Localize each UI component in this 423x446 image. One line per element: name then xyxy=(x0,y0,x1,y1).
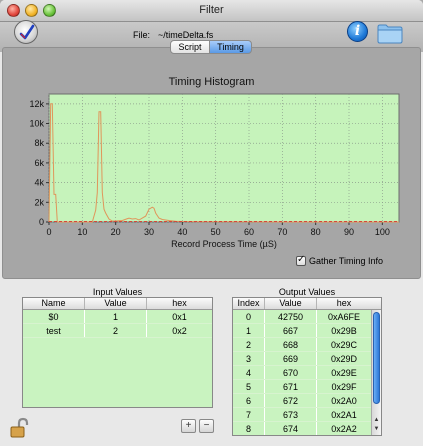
input-values-caption: Input Values xyxy=(92,287,143,297)
y-tick-label: 10k xyxy=(29,119,44,129)
output-values-cell[interactable]: 672 xyxy=(265,394,317,407)
output-values-row[interactable]: 1 667 0x29B xyxy=(233,324,381,338)
input-values-table[interactable]: Name Value hex $0 1 0x1 test 2 0x2 xyxy=(22,297,213,408)
y-tick-label: 4k xyxy=(34,178,44,188)
output-values-row[interactable]: 2 668 0x29C xyxy=(233,338,381,352)
column-header-name[interactable]: Name xyxy=(23,298,85,309)
output-values-cell[interactable]: 2 xyxy=(233,338,265,351)
y-tick-label: 6k xyxy=(34,158,44,168)
gather-timing-label: Gather Timing Info xyxy=(309,256,384,266)
filter-window: Filter File: ~/timeDelta.fs i Script Tim… xyxy=(0,0,423,446)
output-values-cell[interactable]: 0x2A1 xyxy=(317,408,371,421)
output-values-cell[interactable]: 669 xyxy=(265,352,317,365)
output-values-row[interactable]: 5 671 0x29F xyxy=(233,380,381,394)
x-tick-label: 80 xyxy=(311,227,321,237)
x-tick-label: 10 xyxy=(77,227,87,237)
x-tick-label: 40 xyxy=(177,227,187,237)
x-tick-label: 70 xyxy=(277,227,287,237)
output-values-cell[interactable]: 0x29D xyxy=(317,352,371,365)
output-values-cell[interactable]: 3 xyxy=(233,352,265,365)
column-header-hex[interactable]: hex xyxy=(147,298,212,309)
output-values-cell[interactable]: 0x29F xyxy=(317,380,371,393)
scroll-down-arrow-icon[interactable]: ▼ xyxy=(372,425,381,434)
x-tick-label: 60 xyxy=(244,227,254,237)
x-tick-label: 50 xyxy=(211,227,221,237)
input-values-cell[interactable]: 0x1 xyxy=(147,310,212,323)
output-values-row[interactable]: 0 42750 0xA6FE xyxy=(233,310,381,324)
add-value-button[interactable]: + xyxy=(181,419,196,433)
output-values-row[interactable]: 6 672 0x2A0 xyxy=(233,394,381,408)
output-values-header: Index Value hex xyxy=(233,298,381,310)
output-values-cell[interactable]: 667 xyxy=(265,324,317,337)
output-values-cell[interactable]: 6 xyxy=(233,394,265,407)
output-values-cell[interactable]: 670 xyxy=(265,366,317,379)
output-values-caption: Output Values xyxy=(278,287,336,297)
input-values-header: Name Value hex xyxy=(23,298,212,310)
output-values-cell[interactable]: 0x29C xyxy=(317,338,371,351)
timing-histogram-chart: 0 10 20 30 40 50 60 70 80 90 100 0 2k 4k 6k 8k 10k 12k Rec… xyxy=(29,93,400,249)
output-values-cell[interactable]: 0x2A2 xyxy=(317,422,371,435)
y-tick-label: 12k xyxy=(29,99,44,109)
output-values-cell[interactable]: 0 xyxy=(233,310,265,323)
column-header-hex[interactable]: hex xyxy=(317,298,371,309)
output-values-rows: 0 42750 0xA6FE 1 667 0x29B 2 668 0x29C 3 669 0x29D 4… xyxy=(233,310,381,435)
x-tick-label: 30 xyxy=(144,227,154,237)
output-values-scrollbar[interactable]: ▲ ▼ xyxy=(371,310,381,435)
unlocked-padlock-icon[interactable] xyxy=(10,417,30,439)
output-values-cell[interactable]: 1 xyxy=(233,324,265,337)
output-values-cell[interactable]: 0x29B xyxy=(317,324,371,337)
y-tick-label: 8k xyxy=(34,138,44,148)
output-values-cell[interactable]: 5 xyxy=(233,380,265,393)
input-values-row[interactable]: test 2 0x2 xyxy=(23,324,212,338)
output-values-cell[interactable]: 673 xyxy=(265,408,317,421)
output-values-cell[interactable]: 0x2A0 xyxy=(317,394,371,407)
output-values-table[interactable]: Index Value hex 0 42750 0xA6FE 1 667 0x29B 2 66… xyxy=(232,297,382,436)
input-values-cell[interactable]: $0 xyxy=(23,310,85,323)
output-values-row[interactable]: 8 674 0x2A2 xyxy=(233,422,381,435)
gather-timing-checkbox[interactable]: Gather Timing Info xyxy=(296,254,384,266)
output-values-cell[interactable]: 0xA6FE xyxy=(317,310,371,323)
output-values-row[interactable]: 4 670 0x29E xyxy=(233,366,381,380)
output-values-row[interactable]: 7 673 0x2A1 xyxy=(233,408,381,422)
x-tick-label: 20 xyxy=(111,227,121,237)
output-values-row[interactable]: 3 669 0x29D xyxy=(233,352,381,366)
scroll-thumb[interactable] xyxy=(373,312,380,404)
scroll-up-arrow-icon[interactable]: ▲ xyxy=(372,416,381,425)
column-header-value[interactable]: Value xyxy=(265,298,317,309)
x-tick-label: 90 xyxy=(344,227,354,237)
input-values-cell[interactable]: test xyxy=(23,324,85,337)
output-values-cell[interactable]: 674 xyxy=(265,422,317,435)
checkbox-box[interactable] xyxy=(296,254,306,266)
output-values-cell[interactable]: 4 xyxy=(233,366,265,379)
x-tick-label: 100 xyxy=(375,227,390,237)
output-values-cell[interactable]: 668 xyxy=(265,338,317,351)
output-values-cell[interactable]: 42750 xyxy=(265,310,317,323)
input-values-cell[interactable]: 0x2 xyxy=(147,324,212,337)
x-axis-label: Record Process Time (µS) xyxy=(171,239,277,249)
column-header-index[interactable]: Index xyxy=(233,298,265,309)
y-tick-label: 0 xyxy=(39,217,44,227)
output-values-cell[interactable]: 8 xyxy=(233,422,265,435)
input-values-cell[interactable]: 2 xyxy=(85,324,147,337)
output-values-cell[interactable]: 7 xyxy=(233,408,265,421)
input-values-cell[interactable]: 1 xyxy=(85,310,147,323)
remove-value-button[interactable]: − xyxy=(199,419,214,433)
column-header-value[interactable]: Value xyxy=(85,298,147,309)
input-values-row[interactable]: $0 1 0x1 xyxy=(23,310,212,324)
input-values-rows: $0 1 0x1 test 2 0x2 xyxy=(23,310,212,338)
output-values-cell[interactable]: 0x29E xyxy=(317,366,371,379)
output-values-cell[interactable]: 671 xyxy=(265,380,317,393)
x-tick-label: 0 xyxy=(46,227,51,237)
y-tick-label: 2k xyxy=(34,197,44,207)
